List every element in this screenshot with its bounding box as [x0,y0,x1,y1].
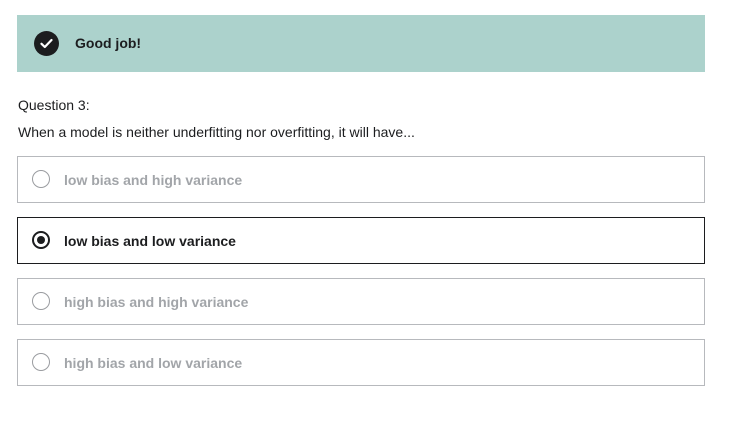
answer-option-1[interactable]: low bias and high variance [17,156,705,203]
question-prompt: When a model is neither underfitting nor… [18,124,415,140]
feedback-banner: Good job! [17,15,705,72]
answer-option-2[interactable]: low bias and low variance [17,217,705,264]
question-number: Question 3: [18,97,90,113]
answer-option-label: high bias and low variance [64,355,243,371]
answer-option-label: low bias and low variance [64,233,236,249]
radio-button[interactable] [32,353,50,371]
radio-selected-dot [37,236,45,244]
answer-option-label: low bias and high variance [64,172,243,188]
answer-option-3[interactable]: high bias and high variance [17,278,705,325]
answer-option-label: high bias and high variance [64,294,249,310]
radio-button[interactable] [32,292,50,310]
radio-button-selected[interactable] [32,231,50,249]
answer-option-4[interactable]: high bias and low variance [17,339,705,386]
radio-button[interactable] [32,170,50,188]
feedback-message: Good job! [75,35,142,51]
checkmark-icon [34,31,59,56]
